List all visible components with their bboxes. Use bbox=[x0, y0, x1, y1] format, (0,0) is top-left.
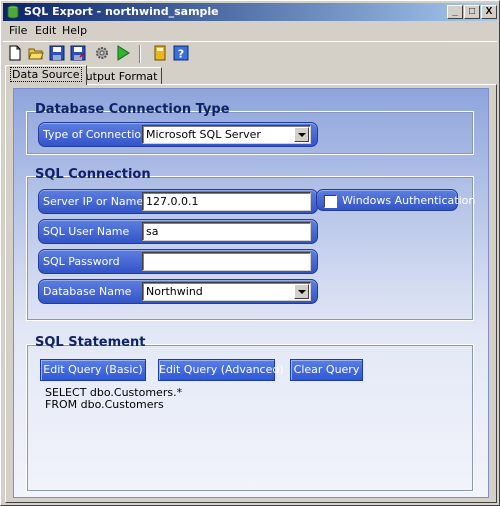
open-folder-icon[interactable] bbox=[26, 43, 46, 63]
sql-statement-title: SQL Statement bbox=[35, 335, 146, 350]
database-label: Database Name bbox=[43, 285, 132, 298]
menu-bar: File Edit Help bbox=[3, 22, 497, 40]
book-icon[interactable] bbox=[150, 43, 170, 63]
maximize-button[interactable]: □ bbox=[464, 5, 480, 19]
clear-query-button[interactable]: Clear Query bbox=[290, 359, 363, 381]
chevron-down-icon[interactable] bbox=[294, 127, 309, 142]
tab-data-source[interactable]: Data Source bbox=[5, 65, 87, 85]
toolbar-separator bbox=[139, 45, 141, 63]
server-label: Server IP or Name bbox=[43, 195, 144, 208]
password-input[interactable] bbox=[142, 252, 311, 271]
windows-auth-label: Windows Authentication bbox=[342, 194, 476, 207]
server-row: Server IP or Name 127.0.0.1 bbox=[38, 189, 318, 214]
sql-connection-group: SQL Connection Server IP or Name 127.0.0… bbox=[26, 167, 475, 321]
connection-type-title: Database Connection Type bbox=[35, 102, 230, 117]
user-label: SQL User Name bbox=[43, 225, 130, 238]
data-source-panel: Database Connection Type Type of Connect… bbox=[13, 88, 489, 498]
minimize-button[interactable]: _ bbox=[447, 5, 463, 19]
app-window: SQL Export - northwind_sample _ □ X File… bbox=[0, 0, 500, 506]
connection-type-row: Type of Connection Microsoft SQL Server bbox=[38, 122, 318, 147]
connection-type-select[interactable]: Microsoft SQL Server bbox=[142, 125, 311, 144]
settings-gear-icon[interactable] bbox=[92, 43, 112, 63]
tab-data-source-label: Data Source bbox=[10, 67, 82, 82]
tab-output-format-label: Output Format bbox=[77, 70, 158, 83]
windows-auth-checkbox[interactable] bbox=[324, 195, 337, 208]
connection-type-group: Database Connection Type Type of Connect… bbox=[26, 102, 474, 155]
database-value: Northwind bbox=[146, 285, 203, 298]
chevron-down-icon[interactable] bbox=[294, 284, 309, 299]
server-input[interactable]: 127.0.0.1 bbox=[142, 192, 311, 211]
close-button[interactable]: X bbox=[481, 5, 497, 19]
toolbar: ? bbox=[3, 41, 497, 65]
save-icon[interactable] bbox=[47, 43, 67, 63]
user-name-input[interactable]: sa bbox=[142, 222, 311, 241]
connection-type-value: Microsoft SQL Server bbox=[146, 128, 261, 141]
sql-connection-title: SQL Connection bbox=[35, 167, 151, 182]
save-as-icon[interactable] bbox=[68, 43, 88, 63]
run-icon[interactable] bbox=[113, 43, 133, 63]
sql-query-line: FROM dbo.Customers bbox=[45, 398, 164, 411]
edit-query-advanced-button[interactable]: Edit Query (Advanced) bbox=[158, 359, 284, 381]
help-icon[interactable]: ? bbox=[171, 43, 191, 63]
windows-auth-toggle[interactable]: Windows Authentication bbox=[316, 189, 475, 211]
edit-query-basic-button[interactable]: Edit Query (Basic) bbox=[40, 359, 146, 381]
title-bar[interactable]: SQL Export - northwind_sample _ □ X bbox=[3, 3, 497, 21]
user-row: SQL User Name sa bbox=[38, 219, 318, 244]
svg-text:?: ? bbox=[178, 48, 184, 61]
database-select[interactable]: Northwind bbox=[142, 282, 311, 301]
menu-file[interactable]: File bbox=[4, 23, 32, 38]
tab-content: Database Connection Type Type of Connect… bbox=[5, 84, 497, 503]
password-label: SQL Password bbox=[43, 255, 120, 268]
window-title: SQL Export - northwind_sample bbox=[24, 5, 219, 18]
sql-statement-group: SQL Statement Edit Query (Basic) Edit Qu… bbox=[26, 335, 474, 492]
new-file-icon[interactable] bbox=[5, 43, 25, 63]
connection-type-label: Type of Connection bbox=[43, 128, 149, 141]
database-row: Database Name Northwind bbox=[38, 279, 318, 304]
password-row: SQL Password bbox=[38, 249, 318, 274]
app-icon bbox=[6, 5, 20, 19]
menu-help[interactable]: Help bbox=[57, 23, 92, 38]
